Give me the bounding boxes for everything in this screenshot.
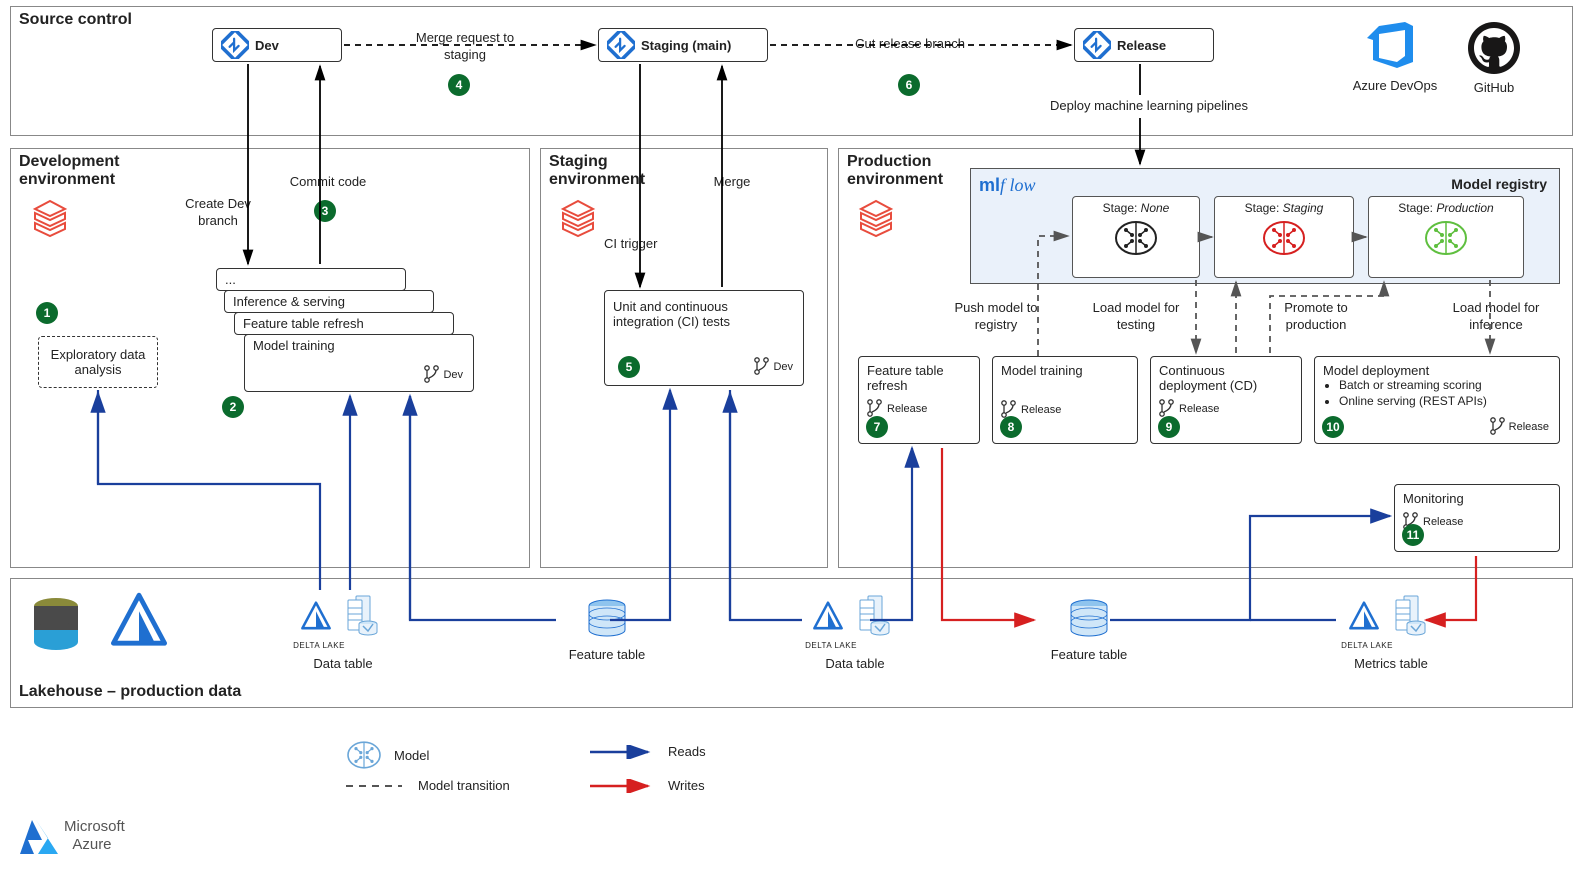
legend-writes: Writes (590, 778, 705, 793)
scm-staging-label: Staging (main) (641, 38, 731, 53)
brain-icon (1114, 219, 1158, 257)
create-branch-label: Create Dev branch (178, 196, 258, 230)
legend-model-label: Model (394, 748, 429, 763)
staging-branch-tag: Dev (773, 361, 793, 373)
cut-release-label: Cut release branch (830, 36, 990, 53)
scm-dev-box: Dev (212, 28, 342, 62)
git-icon (607, 31, 635, 59)
deploy-b2: Online serving (REST APIs) (1339, 394, 1551, 410)
stack-ellipsis: ... (216, 268, 406, 291)
github-label: GitHub (1466, 80, 1522, 97)
legend-transition-label: Model transition (418, 778, 510, 793)
prod-env-title: Production environment (847, 153, 967, 189)
badge-9: 9 (1158, 416, 1180, 438)
push-model-label: Push model to registry (946, 300, 1046, 334)
model-deploy-title: Model deployment (1323, 363, 1551, 378)
commit-code-label: Commit code (278, 174, 378, 191)
brain-icon (1262, 219, 1306, 257)
scm-staging-box: Staging (main) (598, 28, 768, 62)
azure-logo-icon (16, 816, 62, 860)
eda-box: Exploratory data analysis (38, 336, 158, 388)
badge-3: 3 (314, 200, 336, 222)
lakehouse-title: Lakehouse – production data (19, 683, 241, 701)
model-registry-title: Model registry (1451, 175, 1547, 193)
promote-label: Promote to production (1266, 300, 1366, 334)
source-control-title: Source control (19, 11, 132, 29)
model-deploy-box: Model deployment Batch or streaming scor… (1314, 356, 1560, 444)
ci-tests-label: Unit and continuous integration (CI) tes… (613, 299, 753, 329)
scm-release-label: Release (1117, 38, 1166, 53)
stack-feature: Feature table refresh (234, 312, 454, 335)
dev-branch-tag: Dev (443, 369, 463, 381)
staging-env-title: Staging environment (549, 153, 669, 189)
model-training-label: Model training (1001, 363, 1129, 378)
stack-training-label: Model training (253, 338, 335, 353)
merge-label: Merge (702, 174, 762, 191)
legend-model: Model (346, 740, 429, 770)
badge-8: 8 (1000, 416, 1022, 438)
badge-5: 5 (618, 356, 640, 378)
source-control-section: Source control (10, 6, 1573, 136)
badge-1: 1 (36, 302, 58, 324)
legend-brain-icon (346, 740, 382, 770)
scm-release-box: Release (1074, 28, 1214, 62)
badge-2: 2 (222, 396, 244, 418)
badge-4: 4 (448, 74, 470, 96)
stage-staging-box: Stage: Staging (1214, 196, 1354, 278)
badge-11: 11 (1402, 524, 1424, 546)
scm-dev-label: Dev (255, 38, 279, 53)
cd-label: Continuous deployment (CD) (1159, 363, 1293, 393)
badge-6: 6 (898, 74, 920, 96)
stage-none-box: Stage: None (1072, 196, 1200, 278)
branch-icon (424, 365, 440, 385)
dev-env-title: Development environment (19, 153, 149, 189)
feature-table-1: Feature table (552, 594, 662, 662)
deploy-b1: Batch or streaming scoring (1339, 378, 1551, 394)
merge-request-label: Merge request to staging (400, 30, 530, 64)
brain-icon (1424, 219, 1468, 257)
stage-prod-box: Stage: Production (1368, 196, 1524, 278)
git-icon (221, 31, 249, 59)
feature-table-2: Feature table (1034, 594, 1144, 662)
deploy-pipelines-label: Deploy machine learning pipelines (1024, 98, 1274, 115)
legend-writes-label: Writes (668, 778, 705, 793)
data-table-2: DELTA LAKE Data table (800, 588, 910, 671)
legend-transition: Model transition (346, 778, 510, 793)
legend-reads: Reads (590, 744, 706, 759)
monitoring-label: Monitoring (1403, 491, 1551, 506)
badge-10: 10 (1322, 416, 1344, 438)
azure-devops-label: Azure DevOps (1352, 78, 1438, 95)
metrics-table: DELTA LAKE Metrics table (1336, 588, 1446, 671)
branch-icon (1490, 417, 1506, 437)
badge-7: 7 (866, 416, 888, 438)
eda-label: Exploratory data analysis (47, 347, 149, 377)
ms-azure-label: Microsoft Azure (64, 818, 125, 854)
stack-inference: Inference & serving (224, 290, 434, 313)
legend-reads-label: Reads (668, 744, 706, 759)
ci-trigger-label: CI trigger (604, 236, 674, 253)
stack-training: Model training Dev (244, 334, 474, 392)
load-inference-label: Load model for inference (1436, 300, 1556, 334)
load-testing-label: Load model for testing (1086, 300, 1186, 334)
feature-refresh-label: Feature table refresh (867, 363, 971, 393)
branch-icon (754, 357, 770, 377)
data-table-1: DELTA LAKE Data table (288, 588, 398, 671)
git-icon (1083, 31, 1111, 59)
